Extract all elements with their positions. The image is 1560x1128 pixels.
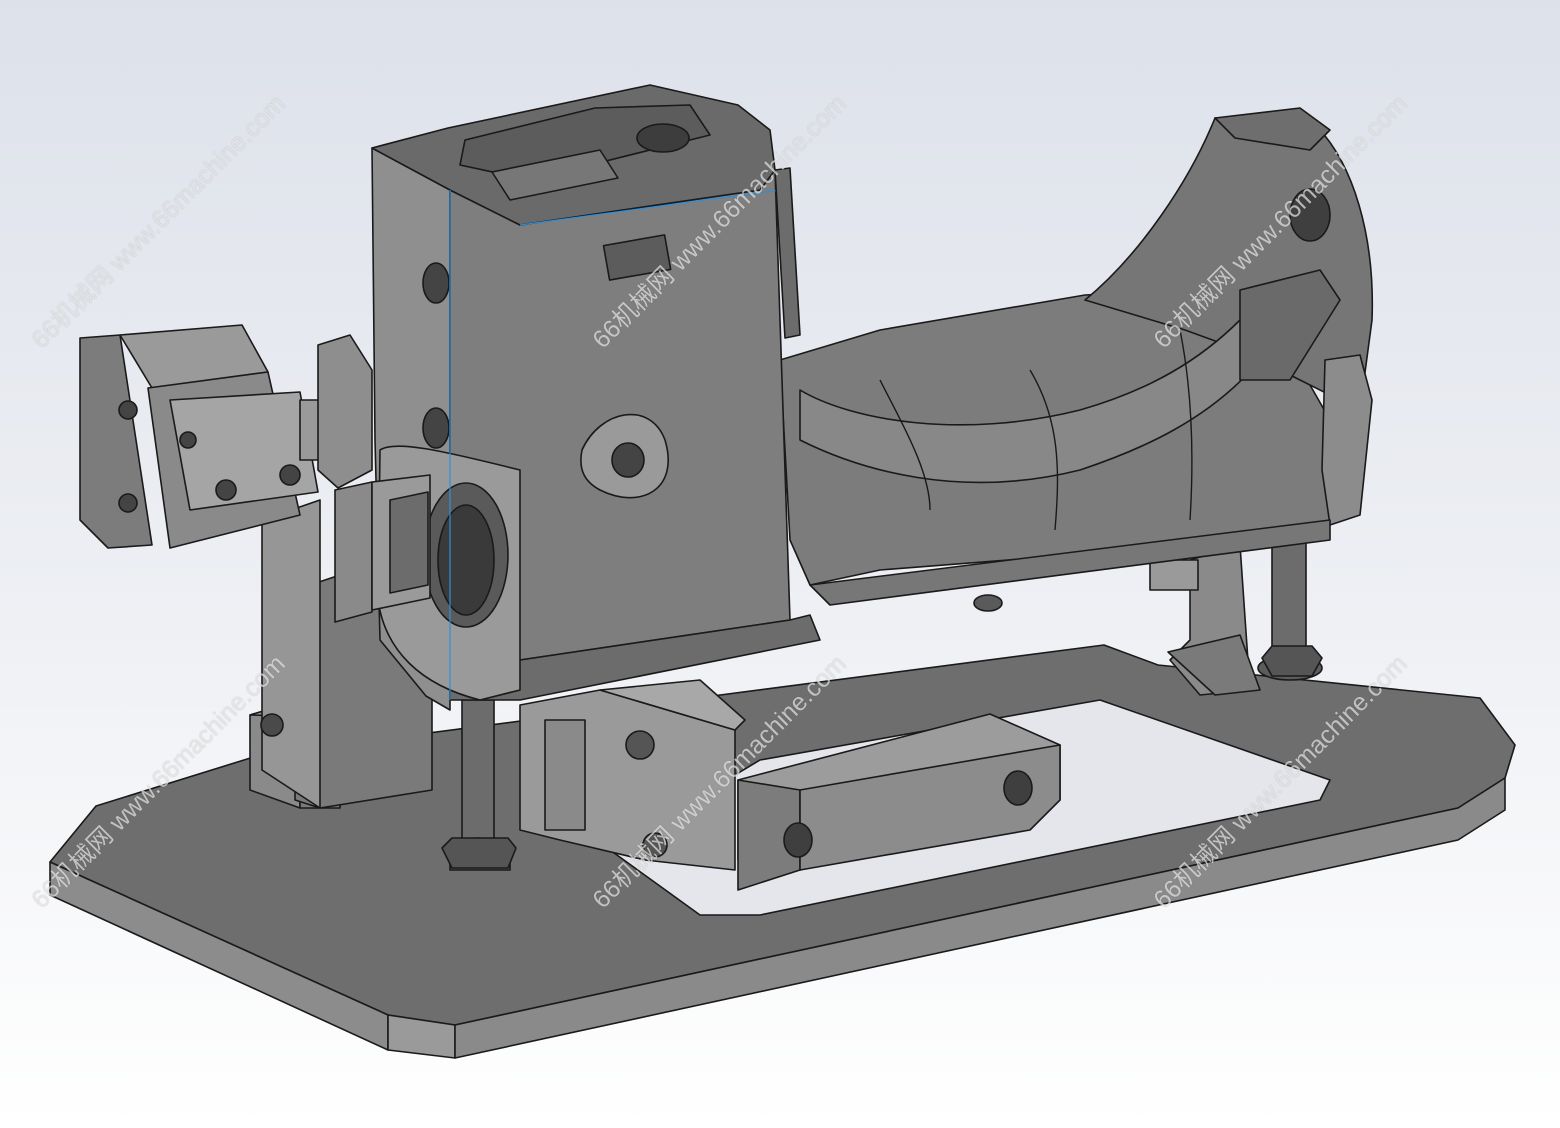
- left-cylinder: [79, 324, 373, 549]
- curved-arm: [779, 107, 1374, 612]
- cad-model-render[interactable]: [0, 0, 1560, 1128]
- cad-viewport[interactable]: 66机械网 www.66machine.com 66机械网 www.66mach…: [0, 0, 1560, 1128]
- machine-head-body: [334, 84, 821, 711]
- left-upright-side: [261, 499, 321, 809]
